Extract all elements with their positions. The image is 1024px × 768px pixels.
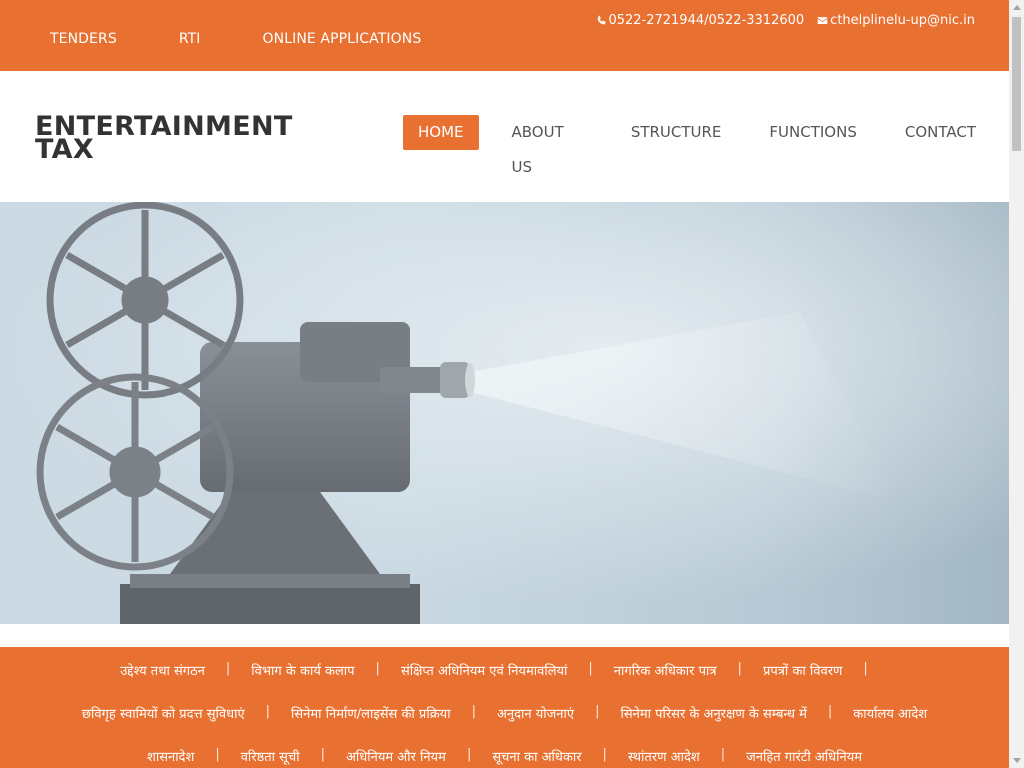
email-info: cthelplinelu-up@nic.in — [816, 13, 975, 28]
separator: | — [320, 747, 325, 762]
quick-links-row-1: उद्देश्य तथा संगठन | विभाग के कार्य कलाप |… — [0, 661, 1009, 679]
site-logo-text[interactable]: ENTERTAINMENT TAX — [35, 113, 295, 163]
film-projector-image — [0, 202, 1009, 624]
tenders-link[interactable]: TENDERS — [50, 31, 117, 47]
separator: | — [602, 747, 607, 762]
separator: | — [827, 704, 833, 719]
list-item[interactable]: संक्षिप्त अधिनियम एवं नियमावलियां — [401, 661, 567, 679]
contact-info: 0522-2721944/0522-3312600 cthelplinelu-u… — [584, 13, 975, 28]
vertical-scrollbar[interactable] — [1009, 0, 1024, 768]
list-item[interactable]: नागरिक अधिकार पात्र — [614, 661, 717, 679]
separator: | — [225, 661, 231, 676]
separator: | — [471, 704, 476, 719]
separator: | — [466, 747, 472, 762]
quick-links-band: उद्देश्य तथा संगठन | विभाग के कार्य कलाप |… — [0, 647, 1009, 768]
nav-structure[interactable]: STRUCTURE — [616, 115, 737, 150]
email-address[interactable]: cthelplinelu-up@nic.in — [830, 13, 975, 28]
rti-link[interactable]: RTI — [179, 31, 201, 47]
separator: | — [588, 661, 593, 676]
separator: | — [215, 747, 220, 762]
separator: | — [265, 704, 271, 719]
list-item[interactable]: जनहित गारंटी अधिनियम — [746, 747, 862, 765]
hero-banner — [0, 202, 1009, 624]
list-item[interactable]: शासनादेश — [147, 747, 194, 765]
list-item[interactable]: सूचना का अधिकार — [492, 747, 581, 765]
list-item[interactable]: वरिष्ठता सूची — [241, 747, 300, 765]
nav-home[interactable]: HOME — [403, 115, 479, 150]
list-item[interactable]: अनुदान योजनाएं — [497, 704, 574, 722]
separator: | — [720, 747, 726, 762]
main-nav: HOME ABOUT US STRUCTURE FUNCTIONS CONTAC… — [403, 115, 1009, 176]
list-item[interactable]: कार्यालय आदेश — [853, 704, 927, 722]
quick-links-row-3: शासनादेश | वरिष्ठता सूची | अधिनियम और नियम… — [0, 747, 1009, 765]
list-item[interactable]: सिनेमा परिसर के अनुरक्षण के सम्बन्ध में — [620, 704, 806, 722]
list-item[interactable]: उद्देश्य तथा संगठन — [120, 661, 205, 679]
scrollbar-thumb[interactable] — [1012, 17, 1021, 151]
scroll-down-icon[interactable] — [1013, 758, 1021, 763]
phone-icon — [598, 15, 607, 25]
separator: | — [595, 704, 600, 719]
scroll-up-icon[interactable] — [1013, 5, 1021, 10]
online-applications-link[interactable]: ONLINE APPLICATIONS — [263, 31, 422, 47]
nav-about-us[interactable]: ABOUT US — [497, 115, 598, 176]
list-item[interactable]: छविगृह स्वामियों को प्रदत्त सुविधाएं — [82, 704, 245, 722]
list-item[interactable]: प्रपत्रों का विवरण — [763, 661, 842, 679]
nav-contact[interactable]: CONTACT — [890, 115, 991, 150]
quick-links-row-2: छविगृह स्वामियों को प्रदत्त सुविधाएं | सि… — [0, 704, 1009, 722]
list-item[interactable]: स्थांतरण आदेश — [628, 747, 700, 765]
separator: | — [375, 661, 380, 676]
list-item[interactable]: सिनेमा निर्माण/लाइसेंस की प्रक्रिया — [291, 704, 451, 722]
separator: | — [863, 661, 868, 676]
nav-functions[interactable]: FUNCTIONS — [754, 115, 871, 150]
top-bar: TENDERS RTI ONLINE APPLICATIONS 0522-272… — [0, 0, 1009, 71]
separator: | — [737, 661, 742, 676]
list-item[interactable]: अधिनियम और नियम — [346, 747, 446, 765]
phone-number[interactable]: 0522-2721944/0522-3312600 — [608, 13, 804, 28]
phone-info: 0522-2721944/0522-3312600 — [596, 13, 804, 28]
list-item[interactable]: विभाग के कार्य कलाप — [251, 661, 354, 679]
envelope-icon — [817, 17, 828, 24]
top-links: TENDERS RTI ONLINE APPLICATIONS — [50, 31, 483, 47]
site-header: ENTERTAINMENT TAX HOME ABOUT US STRUCTUR… — [0, 71, 1009, 202]
